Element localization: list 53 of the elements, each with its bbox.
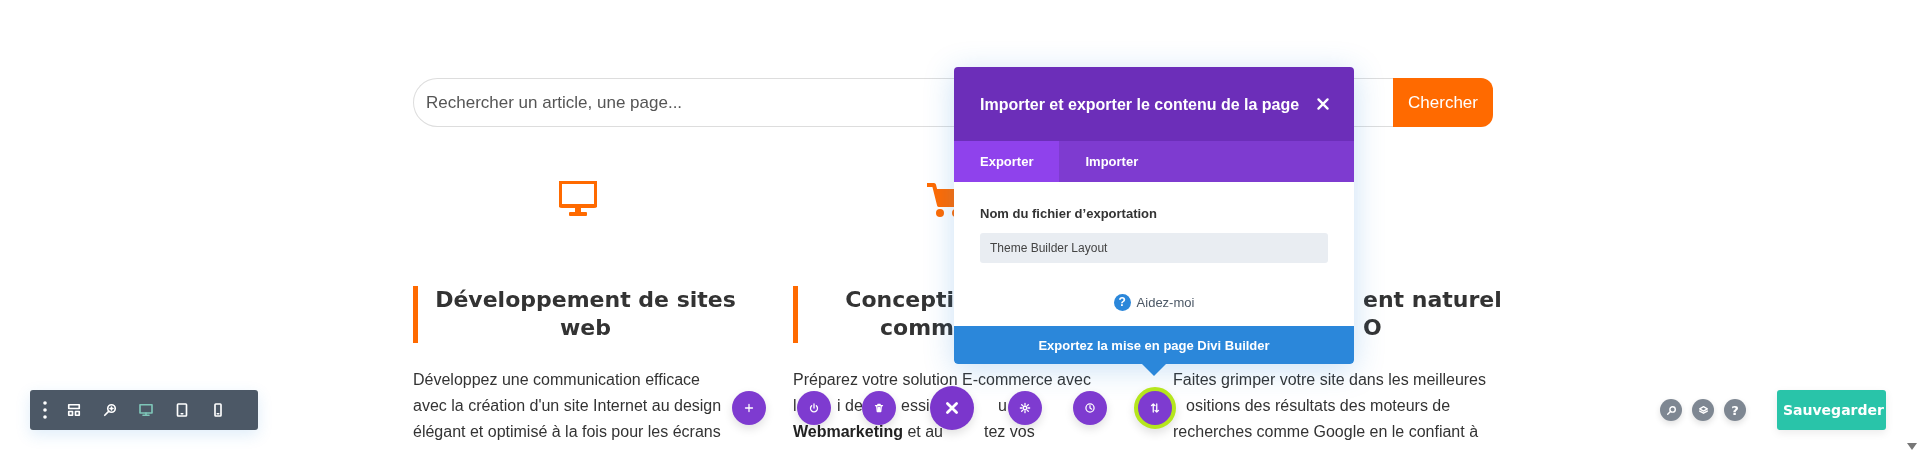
section-heading: ent naturel — [1363, 286, 1502, 314]
body-text: tez vos — [984, 423, 1035, 440]
body-text: ositions des résultats des moteurs de — [1186, 397, 1451, 414]
power-button[interactable] — [797, 391, 831, 425]
trash-icon — [872, 401, 886, 415]
field-label: Nom du fichier d’exportation — [980, 206, 1157, 221]
monitor-icon — [559, 181, 597, 217]
layers-icon — [1696, 403, 1710, 417]
modal-title: Importer et exporter le contenu de la page — [980, 95, 1301, 113]
import-export-button[interactable] — [1134, 387, 1176, 429]
section-heading: comm — [880, 314, 954, 342]
body-text: élégant et optimisé à la fois pour les écrans — [413, 423, 721, 440]
history-button[interactable] — [1073, 391, 1107, 425]
menu-icon — [43, 401, 47, 419]
scroll-arrow-icon[interactable] — [1907, 443, 1917, 450]
body-text: Préparez votre solution E-commerce avec — [793, 371, 1091, 388]
body-text: i de — [837, 397, 863, 414]
section-heading: Développement de sites — [435, 286, 736, 314]
body-text: Webmarketing et au — [793, 423, 943, 440]
body-text: recherches comme Google en le confiant à — [1173, 423, 1479, 440]
body-text: l — [793, 397, 797, 414]
body-text: Faites grimper votre site dans les meilleures — [1173, 371, 1486, 388]
help-link[interactable]: Aidez-moi — [1136, 294, 1195, 310]
section-heading: O — [1363, 314, 1382, 342]
help-icon[interactable]: ? — [1113, 293, 1131, 311]
body-text: Développez une communication efficace — [413, 371, 700, 388]
up-down-arrows-icon — [1148, 401, 1162, 415]
add-button[interactable] — [732, 391, 766, 425]
body-text: essi — [901, 397, 930, 414]
layout-icon — [65, 401, 83, 419]
tab[interactable]: Exporter — [954, 141, 1060, 182]
settings-button[interactable] — [1008, 391, 1042, 425]
section-heading: Concepti — [845, 286, 954, 314]
save-button[interactable]: Sauvegarder — [1777, 390, 1886, 430]
section-heading: web — [560, 314, 611, 342]
delete-button[interactable] — [862, 391, 896, 425]
settings-icon — [1018, 401, 1032, 415]
pointer-arrow — [1142, 364, 1166, 376]
search-icon — [1664, 403, 1678, 417]
body-text: u — [998, 397, 1007, 414]
desktop-icon — [137, 401, 155, 419]
clock-icon — [1083, 401, 1097, 415]
layers-button[interactable] — [1692, 399, 1714, 421]
plus-icon — [742, 401, 756, 415]
export-button[interactable]: Exportez la mise en page Divi Builder — [954, 326, 1354, 364]
help-button[interactable]: ? — [1724, 399, 1746, 421]
power-icon — [807, 401, 821, 415]
body-text: avec la création d'un site Internet au design — [413, 397, 722, 414]
search-button[interactable]: Chercher — [1393, 78, 1493, 127]
close-button[interactable] — [930, 386, 974, 430]
zoom-icon — [101, 401, 119, 419]
search-button[interactable] — [1660, 399, 1682, 421]
filename-field[interactable]: Theme Builder Layout — [980, 233, 1328, 263]
